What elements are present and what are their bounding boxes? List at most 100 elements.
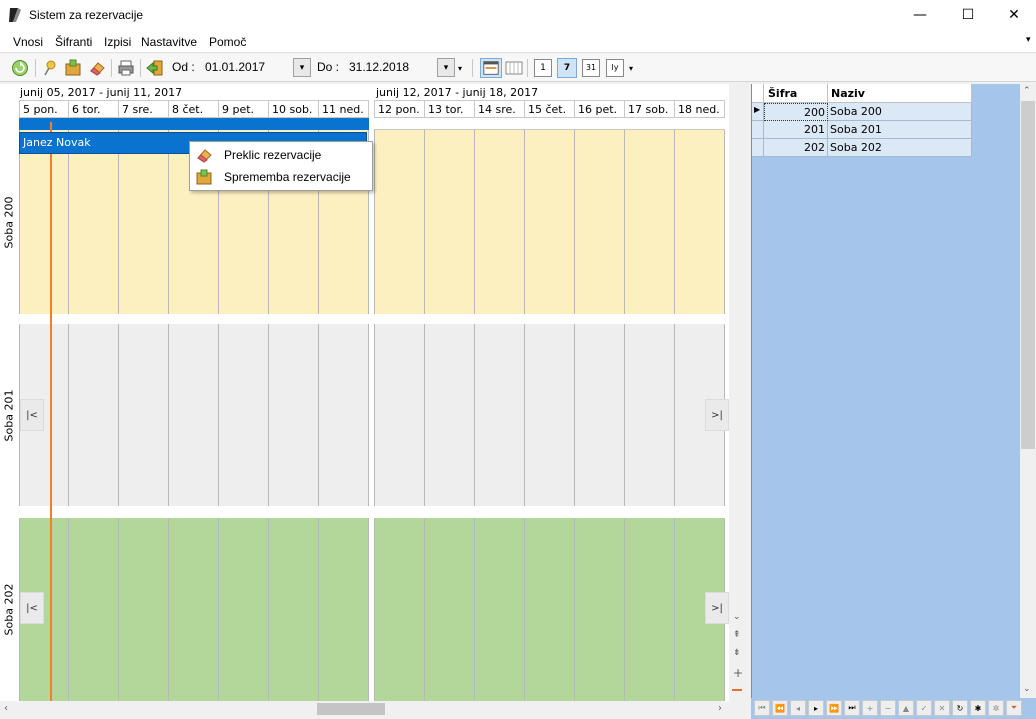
- day-cell-soba-201[interactable]: [219, 324, 269, 506]
- minimize-button[interactable]: —: [897, 0, 943, 30]
- hscroll-thumb[interactable]: [317, 703, 385, 715]
- toolbar-overflow-icon[interactable]: ▾: [458, 64, 462, 73]
- day-header[interactable]: 14 sre.: [475, 100, 525, 118]
- nav-bookmark-icon[interactable]: ✱: [970, 700, 986, 716]
- refresh-icon[interactable]: [11, 59, 29, 77]
- menu-izpisi[interactable]: Izpisi: [104, 35, 131, 49]
- nav-goto-bookmark-icon[interactable]: ✲: [988, 700, 1004, 716]
- maximize-button[interactable]: ☐: [945, 0, 991, 30]
- menu-overflow-icon[interactable]: ▾: [1026, 34, 1031, 45]
- nav-post-icon[interactable]: ✓: [916, 700, 932, 716]
- scroll-up-icon[interactable]: ⌃: [1023, 86, 1031, 96]
- nav-next-icon[interactable]: ▸: [808, 700, 824, 716]
- column-header-naziv[interactable]: Naziv: [828, 84, 972, 103]
- day-cell-soba-202[interactable]: [69, 518, 119, 701]
- grid-cell-naziv[interactable]: Soba 201: [828, 121, 972, 139]
- day-cell-soba-202[interactable]: [319, 518, 369, 701]
- column-header-sifra[interactable]: Šifra: [764, 84, 828, 103]
- nav-edit-icon[interactable]: ▲: [898, 700, 914, 716]
- grid-cell-sifra[interactable]: 201: [764, 121, 828, 139]
- nav-prev-icon[interactable]: ◂: [790, 700, 806, 716]
- vscroll-thumb[interactable]: [1021, 101, 1035, 449]
- date-to-input[interactable]: 31.12.2018: [349, 60, 409, 74]
- day-cell-soba-202[interactable]: [475, 518, 525, 701]
- day-header[interactable]: 13 tor.: [425, 100, 475, 118]
- nav-refresh-icon[interactable]: ↻: [952, 700, 968, 716]
- zoom-in-icon[interactable]: +: [733, 666, 743, 680]
- day-cell-soba-202[interactable]: [525, 518, 575, 701]
- day-cell-soba-200[interactable]: [19, 130, 69, 314]
- day-cell-soba-200[interactable]: [675, 130, 725, 314]
- nav-prev-page-icon[interactable]: ⏪: [772, 700, 788, 716]
- nav-append-icon[interactable]: +: [862, 700, 878, 716]
- view-overflow-icon[interactable]: ▾: [629, 64, 633, 73]
- day-cell-soba-200[interactable]: [575, 130, 625, 314]
- day-cell-soba-201[interactable]: [525, 324, 575, 506]
- day-cell-soba-202[interactable]: [119, 518, 169, 701]
- nav-first-icon[interactable]: ⏮: [754, 700, 770, 716]
- day-cell-soba-200[interactable]: [69, 130, 119, 314]
- scroll-down-icon[interactable]: ⌄: [1023, 684, 1031, 694]
- day-cell-soba-200[interactable]: [374, 130, 425, 314]
- zoom-out-icon[interactable]: [732, 689, 742, 691]
- nav-delete-icon[interactable]: −: [880, 700, 896, 716]
- day-header[interactable]: 18 ned.: [675, 100, 725, 118]
- menu-item-preklic-rezervacije[interactable]: Preklic rezervacije: [190, 144, 372, 166]
- grid-vscroll[interactable]: ⌃ ⌄: [1020, 84, 1036, 698]
- day-cell-soba-200[interactable]: [425, 130, 475, 314]
- next-appointment-button[interactable]: >|: [705, 399, 729, 431]
- day-cell-soba-200[interactable]: [475, 130, 525, 314]
- day-cell-soba-200[interactable]: [119, 130, 169, 314]
- new-reservation-icon[interactable]: [64, 59, 82, 77]
- day-header[interactable]: 15 čet.: [525, 100, 575, 118]
- month-view-button[interactable]: 31: [582, 59, 600, 77]
- grid-cell-sifra[interactable]: 202: [764, 139, 828, 157]
- grid-cell-sifra[interactable]: 200: [764, 103, 828, 121]
- day-header[interactable]: 10 sob.: [269, 100, 319, 118]
- year-view-button[interactable]: ly: [606, 59, 624, 77]
- date-from-input[interactable]: 01.01.2017: [205, 60, 265, 74]
- week-view-button[interactable]: 7: [557, 58, 577, 78]
- day-cell-soba-202[interactable]: [625, 518, 675, 701]
- nav-cancel-icon[interactable]: ✕: [934, 700, 950, 716]
- next-appointment-button[interactable]: >|: [705, 592, 729, 624]
- scheduler-hscroll[interactable]: ‹ ›: [0, 701, 730, 717]
- nav-filter-icon[interactable]: ⏷: [1006, 700, 1022, 716]
- day-cell-soba-201[interactable]: [69, 324, 119, 506]
- menu-vnosi[interactable]: Vnosi: [13, 35, 43, 49]
- exit-icon[interactable]: [146, 59, 164, 77]
- day-cell-soba-201[interactable]: [269, 324, 319, 506]
- day-cell-soba-202[interactable]: [219, 518, 269, 701]
- expand-all-icon[interactable]: ⇞: [733, 630, 741, 640]
- day-cell-soba-201[interactable]: [575, 324, 625, 506]
- day-cell-soba-202[interactable]: [269, 518, 319, 701]
- day-header[interactable]: 9 pet.: [219, 100, 269, 118]
- day-cell-soba-201[interactable]: [425, 324, 475, 506]
- day-header[interactable]: 6 tor.: [69, 100, 119, 118]
- day-cell-soba-202[interactable]: [374, 518, 425, 701]
- eraser-icon[interactable]: [88, 59, 106, 77]
- grid-cell-naziv[interactable]: Soba 200: [828, 103, 972, 121]
- menu-sifranti[interactable]: Šifranti: [55, 35, 92, 49]
- day-cell-soba-202[interactable]: [425, 518, 475, 701]
- day-cell-soba-200[interactable]: [525, 130, 575, 314]
- scroll-left-icon[interactable]: ‹: [4, 703, 8, 714]
- day-cell-soba-202[interactable]: [575, 518, 625, 701]
- day-cell-soba-202[interactable]: [169, 518, 219, 701]
- date-from-dropdown-icon[interactable]: ▾: [293, 58, 311, 77]
- menu-nastavitve[interactable]: Nastavitve: [141, 35, 197, 49]
- menu-pomoc[interactable]: Pomoč: [209, 35, 246, 49]
- prev-appointment-button[interactable]: |<: [20, 592, 44, 624]
- close-button[interactable]: ✕: [991, 0, 1036, 30]
- day-cell-soba-201[interactable]: [169, 324, 219, 506]
- pin-icon[interactable]: [41, 59, 59, 77]
- scroll-down-icon[interactable]: ⌄: [733, 612, 741, 622]
- timeline-view-icon[interactable]: [480, 58, 502, 78]
- day-header[interactable]: 11 ned.: [319, 100, 369, 118]
- day-header[interactable]: 5 pon.: [19, 100, 69, 118]
- prev-appointment-button[interactable]: |<: [20, 399, 44, 431]
- grid-cell-naziv[interactable]: Soba 202: [828, 139, 972, 157]
- nav-last-icon[interactable]: ⏭: [844, 700, 860, 716]
- print-icon[interactable]: [117, 59, 135, 77]
- day-header[interactable]: 8 čet.: [169, 100, 219, 118]
